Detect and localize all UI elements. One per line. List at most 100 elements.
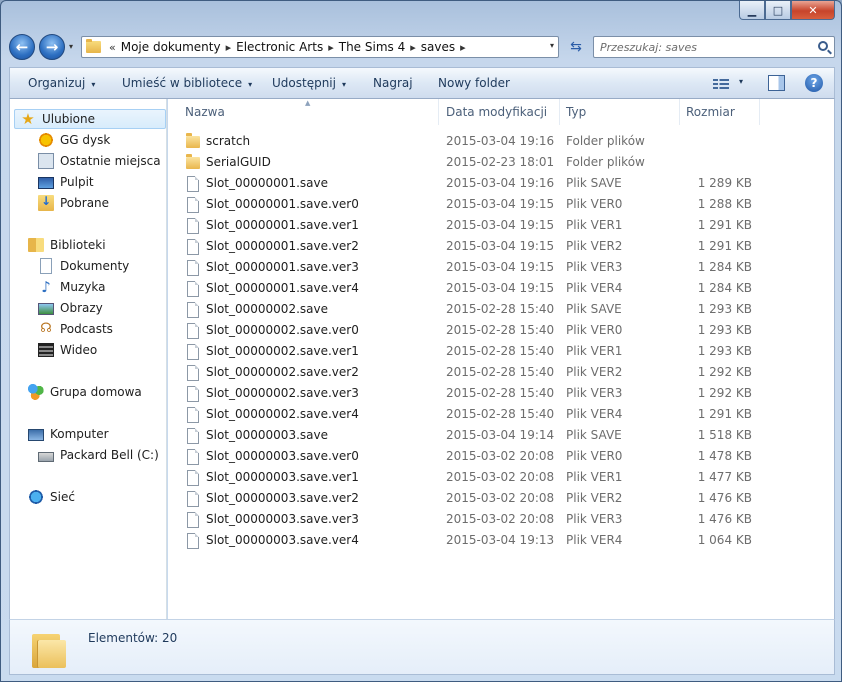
table-row[interactable]: Slot_00000002.save.ver4 2015-02-28 15:40 P…: [184, 404, 764, 425]
table-row[interactable]: Slot_00000002.save.ver1 2015-02-28 15:40 P…: [184, 341, 764, 362]
sidebar-item-favorites[interactable]: ★ Ulubione: [14, 109, 166, 129]
file-modified: 2015-03-04 19:16: [446, 176, 555, 190]
title-bar[interactable]: ▁ □ ✕: [1, 1, 841, 29]
file-name: Slot_00000002.save.ver2: [206, 365, 359, 379]
close-button[interactable]: ✕: [791, 1, 835, 20]
table-row[interactable]: Slot_00000001.save.ver0 2015-03-04 19:15 P…: [184, 194, 764, 215]
sidebar-item-documents[interactable]: Dokumenty: [38, 256, 129, 276]
breadcrumb-saves[interactable]: saves: [421, 40, 455, 54]
share-button[interactable]: Udostępnij ▾: [272, 76, 346, 90]
breadcrumb-separator[interactable]: ▸: [460, 41, 466, 54]
table-row[interactable]: Slot_00000003.save.ver1 2015-03-02 20:08 P…: [184, 467, 764, 488]
file-size: 1 284 KB: [697, 260, 752, 274]
view-options-icon[interactable]: [713, 77, 729, 91]
burn-button[interactable]: Nagraj: [373, 76, 413, 90]
maximize-button[interactable]: □: [765, 1, 791, 20]
file-size: 1 476 KB: [697, 491, 752, 505]
sidebar-item-label: Ulubione: [42, 112, 96, 126]
file-size: 1 064 KB: [697, 533, 752, 547]
view-options-dropdown[interactable]: ▾: [739, 77, 743, 86]
table-row[interactable]: scratch 2015-03-04 19:16 Folder plików: [184, 131, 764, 152]
recent-pages-dropdown[interactable]: ▾: [69, 42, 79, 52]
file-modified: 2015-03-04 19:15: [446, 197, 555, 211]
column-header-type[interactable]: Typ: [560, 99, 680, 125]
file-size: 1 478 KB: [697, 449, 752, 463]
table-row[interactable]: SerialGUID 2015-02-23 18:01 Folder plików: [184, 152, 764, 173]
file-type: Plik VER4: [566, 533, 623, 547]
file-icon: [187, 449, 199, 465]
hard-drive-icon: [38, 452, 54, 462]
sidebar-item-music[interactable]: ♪ Muzyka: [38, 277, 105, 297]
table-row[interactable]: Slot_00000001.save.ver4 2015-03-04 19:15 P…: [184, 278, 764, 299]
table-row[interactable]: Slot_00000002.save.ver0 2015-02-28 15:40 P…: [184, 320, 764, 341]
file-size: 1 292 KB: [697, 386, 752, 400]
table-row[interactable]: Slot_00000003.save.ver2 2015-03-02 20:08 P…: [184, 488, 764, 509]
column-header-name[interactable]: Nazwa: [179, 99, 439, 125]
sidebar-item-computer[interactable]: Komputer: [28, 424, 109, 444]
breadcrumb-the-sims-4[interactable]: The Sims 4: [339, 40, 405, 54]
file-modified: 2015-02-23 18:01: [446, 155, 555, 169]
table-row[interactable]: Slot_00000002.save.ver2 2015-02-28 15:40 P…: [184, 362, 764, 383]
file-size: 1 292 KB: [697, 365, 752, 379]
table-row[interactable]: Slot_00000002.save 2015-02-28 15:40 Plik S…: [184, 299, 764, 320]
preview-pane-icon[interactable]: [768, 75, 785, 91]
file-name: SerialGUID: [206, 155, 271, 169]
file-size: 1 293 KB: [697, 344, 752, 358]
new-folder-button[interactable]: Nowy folder: [438, 76, 510, 90]
table-row[interactable]: Slot_00000001.save 2015-03-04 19:16 Plik S…: [184, 173, 764, 194]
address-bar[interactable]: « Moje dokumenty ▸ Electronic Arts ▸ The…: [81, 36, 559, 58]
include-in-library-button[interactable]: Umieść w bibliotece ▾: [122, 76, 252, 90]
sidebar-item-label: Muzyka: [60, 280, 106, 294]
file-name: Slot_00000001.save.ver3: [206, 260, 359, 274]
chevron-down-icon[interactable]: ▾: [550, 41, 554, 50]
minimize-button[interactable]: ▁: [739, 1, 765, 20]
file-icon: [187, 491, 199, 507]
table-row[interactable]: Slot_00000003.save 2015-03-04 19:14 Plik S…: [184, 425, 764, 446]
sidebar-item-drive-c[interactable]: Packard Bell (C:): [38, 445, 159, 465]
sidebar-item-homegroup[interactable]: Grupa domowa: [28, 382, 142, 402]
table-row[interactable]: Slot_00000001.save.ver1 2015-03-04 19:15 P…: [184, 215, 764, 236]
table-row[interactable]: Slot_00000001.save.ver2 2015-03-04 19:15 P…: [184, 236, 764, 257]
search-icon[interactable]: [818, 41, 828, 51]
breadcrumb-moje-dokumenty[interactable]: Moje dokumenty: [121, 40, 221, 54]
sidebar-item-downloads[interactable]: Pobrane: [38, 193, 109, 213]
file-modified: 2015-03-02 20:08: [446, 449, 555, 463]
table-row[interactable]: Slot_00000003.save.ver0 2015-03-02 20:08 P…: [184, 446, 764, 467]
sidebar-item-desktop[interactable]: Pulpit: [38, 172, 94, 192]
refresh-button[interactable]: ⇆: [565, 36, 587, 58]
sidebar-item-videos[interactable]: Wideo: [38, 340, 97, 360]
back-button[interactable]: ←: [9, 34, 35, 60]
sidebar-item-pictures[interactable]: Obrazy: [38, 298, 103, 318]
sidebar-item-recent-places[interactable]: Ostatnie miejsca: [38, 151, 161, 171]
breadcrumb-separator[interactable]: ▸: [328, 41, 334, 54]
organize-button[interactable]: Organizuj ▾: [28, 76, 95, 90]
forward-button[interactable]: →: [39, 34, 65, 60]
window-controls: ▁ □ ✕: [739, 1, 835, 20]
file-name: Slot_00000002.save: [206, 302, 328, 316]
help-icon[interactable]: ?: [805, 74, 823, 92]
table-row[interactable]: Slot_00000002.save.ver3 2015-02-28 15:40 P…: [184, 383, 764, 404]
table-row[interactable]: Slot_00000003.save.ver3 2015-03-02 20:08 P…: [184, 509, 764, 530]
table-row[interactable]: Slot_00000003.save.ver4 2015-03-04 19:13 P…: [184, 530, 764, 551]
sidebar-item-podcasts[interactable]: ☊ Podcasts: [38, 319, 113, 339]
sidebar-item-gg-dysk[interactable]: GG dysk: [38, 130, 110, 150]
file-modified: 2015-02-28 15:40: [446, 365, 555, 379]
search-box: [593, 36, 835, 58]
file-icon: [187, 470, 199, 486]
breadcrumb-separator[interactable]: ▸: [410, 41, 416, 54]
breadcrumb-separator[interactable]: ▸: [226, 41, 232, 54]
table-row[interactable]: Slot_00000001.save.ver3 2015-03-04 19:15 P…: [184, 257, 764, 278]
sidebar-item-network[interactable]: Sieć: [28, 487, 75, 507]
file-type: Plik SAVE: [566, 176, 622, 190]
breadcrumb-electronic-arts[interactable]: Electronic Arts: [236, 40, 323, 54]
downloads-icon: [38, 194, 54, 211]
breadcrumb-overflow[interactable]: «: [109, 41, 116, 54]
file-modified: 2015-03-04 19:15: [446, 260, 555, 274]
search-input[interactable]: [600, 38, 810, 56]
share-label: Udostępnij: [272, 76, 336, 90]
include-in-library-label: Umieść w bibliotece: [122, 76, 243, 90]
homegroup-icon: [28, 384, 44, 400]
sidebar-item-libraries[interactable]: Biblioteki: [28, 235, 106, 255]
column-header-size[interactable]: Rozmiar: [680, 99, 760, 125]
column-header-modified[interactable]: Data modyfikacji: [440, 99, 560, 125]
